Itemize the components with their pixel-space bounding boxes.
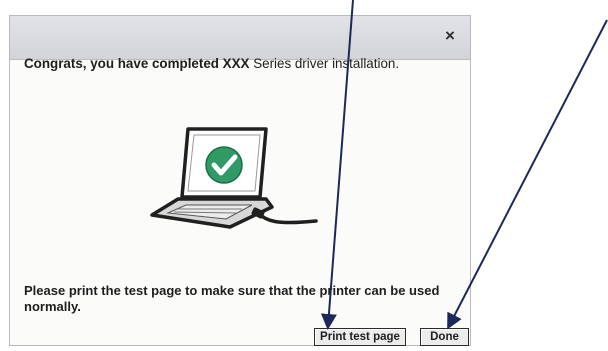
arrow-to-done [447,19,608,330]
usb-cable [256,211,318,225]
print-test-page-button[interactable]: Print test page [314,328,406,346]
completion-message-rest: Series driver installation. [249,56,400,71]
done-button[interactable]: Done [420,328,469,346]
test-page-instructions: Please print the test page to make sure … [24,283,440,314]
dialog-title-bar: × [10,16,470,60]
check-circle-icon [205,146,243,184]
close-button[interactable]: × [439,25,461,47]
laptop-checkmark-icon [150,127,318,229]
completion-message: Congrats, you have completed XXX Series … [24,56,444,71]
completion-message-bold: Congrats, you have completed XXX [24,56,250,71]
